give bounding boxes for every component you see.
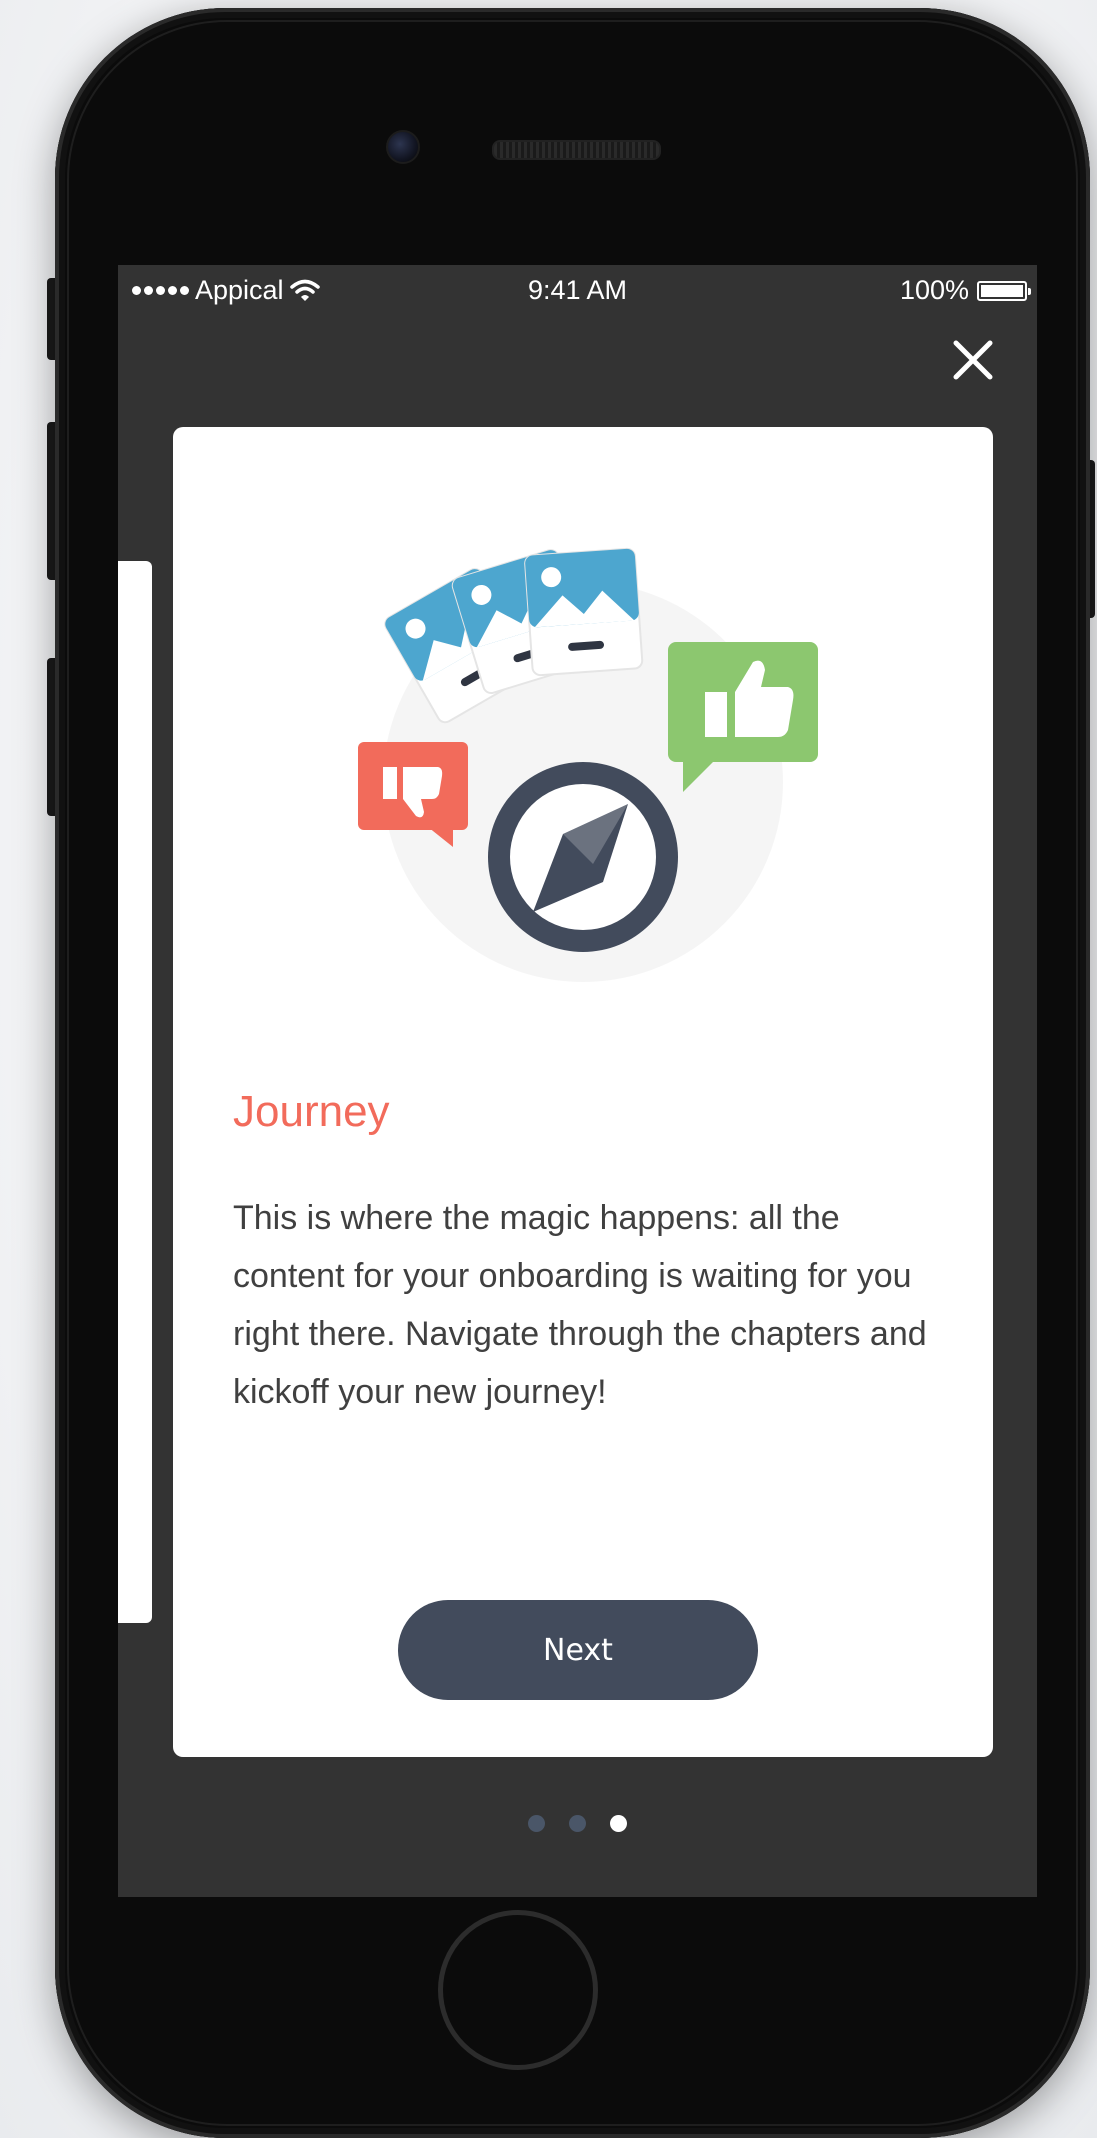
previous-card-peek[interactable] bbox=[118, 561, 152, 1623]
page-dot-1[interactable] bbox=[528, 1815, 545, 1832]
onboarding-card: Journey This is where the magic happens:… bbox=[173, 427, 993, 1757]
battery-icon bbox=[977, 280, 1031, 301]
next-button[interactable]: Next bbox=[398, 1600, 758, 1700]
front-camera bbox=[386, 130, 420, 164]
page-dot-2[interactable] bbox=[569, 1815, 586, 1832]
close-icon bbox=[953, 340, 993, 380]
close-button[interactable] bbox=[948, 335, 998, 385]
page-indicator bbox=[118, 1815, 1037, 1832]
card-title: Journey bbox=[233, 1087, 390, 1136]
home-button[interactable] bbox=[438, 1910, 598, 2070]
status-bar: Appical 9:41 AM 100% bbox=[118, 265, 1037, 315]
phone-screen: Appical 9:41 AM 100% Journey This is whe… bbox=[118, 265, 1037, 1897]
status-battery-group: 100% bbox=[899, 275, 1031, 306]
card-description: This is where the magic happens: all the… bbox=[233, 1199, 927, 1411]
mockup-background: Appical 9:41 AM 100% Journey This is whe… bbox=[0, 0, 1097, 2138]
page-dot-3-active[interactable] bbox=[610, 1815, 627, 1832]
battery-percent: 100% bbox=[899, 275, 969, 305]
journey-illustration bbox=[358, 547, 818, 982]
compass-icon bbox=[488, 762, 678, 952]
earpiece-speaker bbox=[492, 140, 661, 160]
